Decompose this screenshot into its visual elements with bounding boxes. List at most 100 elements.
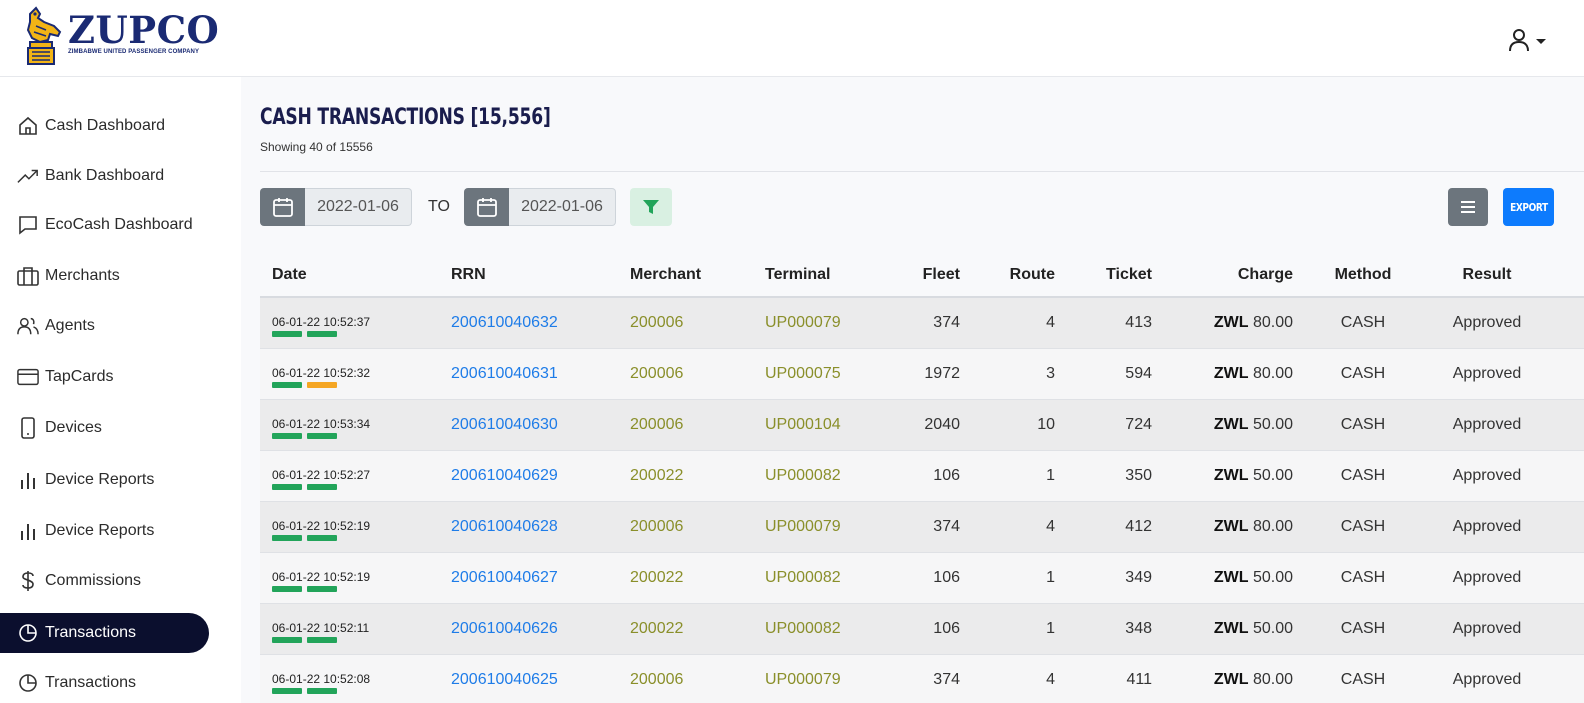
table-row[interactable]: 06-01-22 10:52:37 200610040632 200006 UP000… <box>260 298 1584 349</box>
status-bar-green <box>272 637 302 643</box>
status-bar-green <box>307 535 337 541</box>
col-route[interactable]: Route <box>955 266 1055 284</box>
terminal-link[interactable]: UP000082 <box>765 569 841 587</box>
page-title: CASH TRANSACTIONS [15,556] <box>260 105 551 130</box>
brand-name: ZUPCO <box>68 8 220 52</box>
merchant-link[interactable]: 200006 <box>630 518 683 536</box>
table-row[interactable]: 06-01-22 10:53:34 200610040630 200006 UP000… <box>260 400 1584 451</box>
export-button-label: EXPORT <box>1509 200 1548 214</box>
date-cell: 06-01-22 10:52:11 <box>272 621 370 635</box>
table-row[interactable]: 06-01-22 10:52:27 200610040629 200022 UP000… <box>260 451 1584 502</box>
column-menu-button[interactable] <box>1448 188 1488 226</box>
calendar-to-button[interactable] <box>464 188 509 226</box>
export-button[interactable]: EXPORT <box>1503 188 1554 226</box>
rrn-link[interactable]: 200610040631 <box>451 365 558 383</box>
result-cell: Approved <box>1452 518 1522 535</box>
table-row[interactable]: 06-01-22 10:52:11 200610040626 200022 UP000… <box>260 604 1584 655</box>
status-bars <box>272 535 342 541</box>
sidebar-item-device-reports-2[interactable]: Device Reports <box>0 511 209 551</box>
route-cell: 1 <box>1046 620 1055 637</box>
merchant-link[interactable]: 200006 <box>630 671 683 689</box>
table-row[interactable]: 06-01-22 10:52:19 200610040627 200022 UP000… <box>260 553 1584 604</box>
date-to-input[interactable]: 2022-01-06 <box>509 188 616 226</box>
charge-amount: 80.00 <box>1252 671 1293 688</box>
col-method[interactable]: Method <box>1313 266 1413 284</box>
terminal-link[interactable]: UP000082 <box>765 620 841 638</box>
merchant-link[interactable]: 200022 <box>630 467 683 485</box>
ticket-cell: 350 <box>1125 467 1152 484</box>
col-fleet[interactable]: Fleet <box>860 266 960 284</box>
charge-cell: ZWL 50.00 <box>1153 416 1293 434</box>
method-cell: CASH <box>1340 518 1386 535</box>
people-icon <box>17 315 39 337</box>
sidebar-item-devices[interactable]: Devices <box>0 408 209 448</box>
rrn-link[interactable]: 200610040630 <box>451 416 558 434</box>
date-cell: 06-01-22 10:52:37 <box>272 315 371 329</box>
rrn-link[interactable]: 200610040629 <box>451 467 558 485</box>
charge-amount: 50.00 <box>1252 569 1293 586</box>
sidebar-item-ecocash-dashboard[interactable]: EcoCash Dashboard <box>0 205 209 245</box>
status-bars <box>272 637 342 643</box>
sidebar-item-commissions[interactable]: Commissions <box>0 561 209 601</box>
fleet-cell: 374 <box>933 518 960 535</box>
rrn-link[interactable]: 200610040628 <box>451 518 558 536</box>
status-bars <box>272 484 342 490</box>
sidebar-item-bank-dashboard[interactable]: Bank Dashboard <box>0 156 209 196</box>
terminal-link[interactable]: UP000079 <box>765 518 841 536</box>
table-row[interactable]: 06-01-22 10:52:08 200610040625 200006 UP000… <box>260 655 1584 703</box>
col-terminal[interactable]: Terminal <box>765 266 831 284</box>
calendar-from-button[interactable] <box>260 188 305 226</box>
merchant-link[interactable]: 200022 <box>630 620 683 638</box>
sidebar-item-transactions[interactable]: Transactions <box>0 613 209 653</box>
fleet-cell: 374 <box>933 314 960 331</box>
terminal-link[interactable]: UP000104 <box>765 416 841 434</box>
sidebar-item-transactions-2[interactable]: Transactions <box>0 663 209 703</box>
table-row[interactable]: 06-01-22 10:52:32 200610040631 200006 UP000… <box>260 349 1584 400</box>
col-rrn[interactable]: RRN <box>451 266 486 284</box>
rrn-link[interactable]: 200610040627 <box>451 569 558 587</box>
terminal-link[interactable]: UP000075 <box>765 365 841 383</box>
status-bars <box>272 586 342 592</box>
filter-button[interactable] <box>630 188 672 226</box>
user-menu-button[interactable] <box>1508 28 1546 52</box>
ticket-cell: 411 <box>1126 671 1152 688</box>
transactions-table: Date RRN Merchant Terminal Fleet Route T… <box>260 250 1584 703</box>
dollar-icon <box>17 570 39 592</box>
sidebar-item-cash-dashboard[interactable]: Cash Dashboard <box>0 106 209 146</box>
fleet-cell: 1972 <box>924 365 960 382</box>
method-cell: CASH <box>1340 467 1386 484</box>
rrn-link[interactable]: 200610040626 <box>451 620 558 638</box>
pie-chart-icon <box>17 622 39 644</box>
col-merchant[interactable]: Merchant <box>630 266 701 284</box>
merchant-link[interactable]: 200006 <box>630 365 683 383</box>
date-cell: 06-01-22 10:53:34 <box>272 417 371 431</box>
divider <box>260 171 1584 172</box>
col-charge[interactable]: Charge <box>1193 266 1293 284</box>
sidebar-item-label: Devices <box>45 419 102 436</box>
terminal-link[interactable]: UP000079 <box>765 671 841 689</box>
result-cell: Approved <box>1452 416 1522 433</box>
terminal-link[interactable]: UP000082 <box>765 467 841 485</box>
sidebar-item-merchants[interactable]: Merchants <box>0 256 209 296</box>
sidebar-item-agents[interactable]: Agents <box>0 306 209 346</box>
sidebar-item-tapcards[interactable]: TapCards <box>0 357 209 397</box>
route-cell: 1 <box>1046 569 1055 586</box>
terminal-link[interactable]: UP000079 <box>765 314 841 332</box>
table-row[interactable]: 06-01-22 10:52:19 200610040628 200006 UP000… <box>260 502 1584 553</box>
col-result[interactable]: Result <box>1437 266 1537 284</box>
result-cell: Approved <box>1452 467 1522 484</box>
brand-logo[interactable]: ZUPCO ZIMBABWE UNITED PASSENGER COMPANY <box>20 6 219 68</box>
ticket-cell: 349 <box>1125 569 1152 586</box>
merchant-link[interactable]: 200006 <box>630 416 683 434</box>
rrn-link[interactable]: 200610040632 <box>451 314 558 332</box>
merchant-link[interactable]: 200022 <box>630 569 683 587</box>
col-date[interactable]: Date <box>272 266 307 284</box>
rrn-link[interactable]: 200610040625 <box>451 671 558 689</box>
sidebar-item-device-reports[interactable]: Device Reports <box>0 460 209 500</box>
date-to-group: 2022-01-06 <box>464 188 616 226</box>
col-ticket[interactable]: Ticket <box>1052 266 1152 284</box>
merchant-link[interactable]: 200006 <box>630 314 683 332</box>
home-icon <box>17 115 39 137</box>
date-from-input[interactable]: 2022-01-06 <box>305 188 412 226</box>
brand-subtitle: ZIMBABWE UNITED PASSENGER COMPANY <box>68 49 200 55</box>
